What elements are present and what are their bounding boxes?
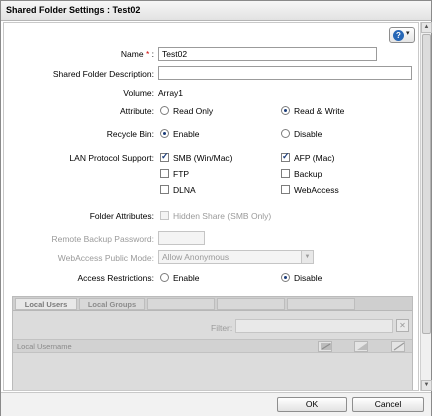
tab-3[interactable] xyxy=(147,298,215,310)
attribute-read-write-label: Read & Write xyxy=(294,106,345,116)
ftp-checkbox[interactable] xyxy=(160,169,169,178)
attribute-read-write-radio[interactable] xyxy=(281,106,290,115)
access-restrictions-label: Access Restrictions: xyxy=(77,273,154,283)
attribute-read-only-radio[interactable] xyxy=(160,106,169,115)
ftp-label: FTP xyxy=(173,169,190,179)
access-restrictions-disable-label: Disable xyxy=(294,273,323,283)
tab-local-users[interactable]: Local Users xyxy=(15,298,77,310)
users-grid-header: Local Username xyxy=(13,339,412,353)
ok-button[interactable]: OK xyxy=(277,397,347,412)
local-username-column-header: Local Username xyxy=(17,342,72,351)
scroll-up-icon[interactable]: ▲ xyxy=(421,22,432,33)
afp-label: AFP (Mac) xyxy=(294,153,335,163)
name-field[interactable]: Test02 xyxy=(158,47,377,61)
read-write-icon[interactable] xyxy=(318,341,332,352)
read-only-icon[interactable] xyxy=(354,341,368,352)
access-tabs: Local Users Local Groups xyxy=(13,297,412,311)
remote-backup-password-field[interactable] xyxy=(158,231,205,245)
webaccess-public-mode-select[interactable]: Allow Anonymous ▼ xyxy=(158,250,314,264)
filter-label: Filter: xyxy=(211,323,233,333)
scrollbar-thumb[interactable] xyxy=(422,34,431,334)
backup-checkbox[interactable] xyxy=(281,169,290,178)
access-restrictions-disable-radio[interactable] xyxy=(281,273,290,282)
name-field-value: Test02 xyxy=(162,49,188,59)
tab-local-groups[interactable]: Local Groups xyxy=(79,298,145,310)
tab-4[interactable] xyxy=(217,298,285,310)
volume-value: Array1 xyxy=(158,88,184,98)
smb-label: SMB (Win/Mac) xyxy=(173,153,233,163)
close-icon[interactable]: ✕ xyxy=(396,319,409,332)
backup-label: Backup xyxy=(294,169,323,179)
hidden-share-checkbox[interactable] xyxy=(160,211,169,220)
folder-attributes-label: Folder Attributes: xyxy=(89,211,154,221)
question-icon: ? xyxy=(393,30,404,41)
webaccess-label: WebAccess xyxy=(294,185,339,195)
scroll-down-icon[interactable]: ▼ xyxy=(421,380,432,391)
afp-checkbox[interactable] xyxy=(281,151,290,162)
recycle-bin-enable-radio[interactable] xyxy=(160,129,169,138)
cancel-button[interactable]: Cancel xyxy=(352,397,424,412)
vertical-scrollbar[interactable]: ▲ ▼ xyxy=(420,22,432,391)
settings-form: ? ▾ Name * : Test02 Shared Folder Descri… xyxy=(3,22,419,391)
access-restrictions-enable-label: Enable xyxy=(173,273,200,283)
recycle-bin-disable-radio[interactable] xyxy=(281,129,290,138)
no-access-icon[interactable] xyxy=(391,341,405,352)
recycle-bin-label: Recycle Bin: xyxy=(106,129,154,139)
chevron-down-icon: ▾ xyxy=(406,30,410,37)
access-restrictions-panel: Local Users Local Groups Filter: ✕ Local… xyxy=(12,296,413,390)
lan-protocol-label: LAN Protocol Support: xyxy=(69,153,154,163)
webaccess-public-mode-label: WebAccess Public Mode: xyxy=(57,253,154,263)
dlna-checkbox[interactable] xyxy=(160,185,169,194)
dialog-titlebar: Shared Folder Settings : Test02 xyxy=(1,1,431,21)
shared-folder-settings-dialog: Shared Folder Settings : Test02 ? ▾ Name… xyxy=(0,0,432,416)
attribute-label: Attribute: xyxy=(119,106,154,116)
help-menu-button[interactable]: ? ▾ xyxy=(389,27,415,43)
hidden-share-label: Hidden Share (SMB Only) xyxy=(173,211,272,221)
recycle-bin-disable-label: Disable xyxy=(294,129,323,139)
tab-5[interactable] xyxy=(287,298,355,310)
access-restrictions-enable-radio[interactable] xyxy=(160,273,169,282)
description-label: Shared Folder Description: xyxy=(52,69,154,79)
name-label: Name * : xyxy=(120,49,154,59)
filter-input[interactable] xyxy=(235,319,393,333)
dialog-footer: OK Cancel xyxy=(1,392,431,416)
webaccess-public-mode-value: Allow Anonymous xyxy=(162,252,230,262)
recycle-bin-enable-label: Enable xyxy=(173,129,200,139)
webaccess-checkbox[interactable] xyxy=(281,185,290,194)
smb-checkbox[interactable] xyxy=(160,151,169,162)
attribute-read-only-label: Read Only xyxy=(173,106,214,116)
dlna-label: DLNA xyxy=(173,185,196,195)
volume-label: Volume: xyxy=(123,88,154,98)
chevron-down-icon: ▼ xyxy=(301,251,313,263)
description-field[interactable] xyxy=(158,66,412,80)
remote-backup-password-label: Remote Backup Password: xyxy=(51,234,154,244)
dialog-title: Shared Folder Settings : Test02 xyxy=(6,5,141,15)
